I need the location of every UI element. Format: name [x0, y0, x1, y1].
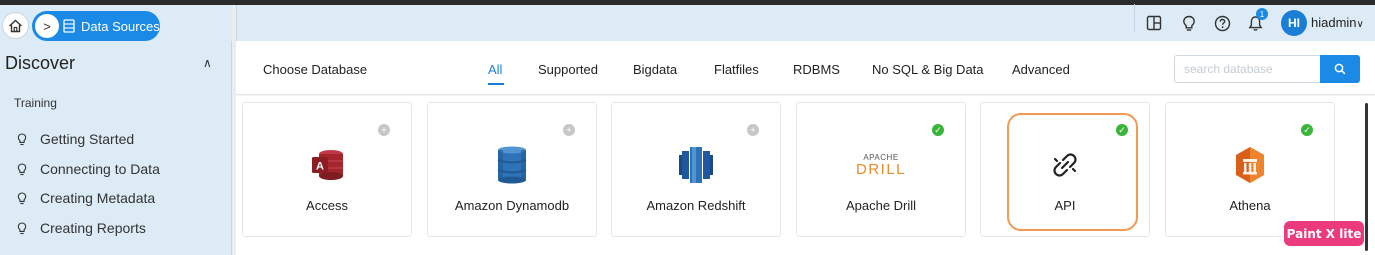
tab-supported[interactable]: Supported — [538, 62, 598, 77]
breadcrumb-current[interactable]: > Data Sources — [32, 11, 160, 41]
database-card-label: Amazon Redshift — [646, 198, 746, 213]
athena-logo-icon — [1166, 145, 1334, 185]
database-card-label: Athena — [1229, 198, 1271, 213]
tab-all[interactable]: All — [488, 62, 502, 77]
notification-badge: 1 — [1256, 8, 1268, 20]
overlay-badge: Paint X lite — [1284, 221, 1364, 246]
header-divider — [1134, 4, 1135, 32]
search-icon — [1334, 63, 1346, 75]
sidebar-item-getting-started[interactable]: Getting Started — [17, 131, 134, 147]
tab-rdbms[interactable]: RDBMS — [793, 62, 840, 77]
main-panel: Choose Database All Supported Bigdata Fl… — [236, 41, 1375, 255]
tab-nosql-bigdata[interactable]: No SQL & Big Data — [872, 62, 984, 77]
help-icon[interactable] — [1213, 14, 1231, 32]
avatar[interactable]: HI — [1281, 10, 1307, 36]
home-icon — [9, 19, 22, 32]
sidebar-section-label: Training — [14, 96, 57, 110]
database-card-athena[interactable]: ✓ Athena — [1165, 102, 1335, 237]
apache-drill-logo-icon: APACHE DRILL — [797, 145, 965, 185]
supported-check-icon: ✓ — [932, 124, 944, 136]
home-button[interactable] — [2, 12, 29, 39]
lightbulb-icon[interactable] — [1180, 14, 1198, 32]
supported-check-icon: ✓ — [1301, 124, 1313, 136]
search-button[interactable] — [1320, 55, 1360, 83]
lightbulb-icon — [17, 162, 27, 175]
sidebar-title: Discover — [5, 53, 76, 73]
breadcrumb: > Data Sources — [0, 5, 232, 41]
database-card-amazon-redshift[interactable]: + Amazon Redshift — [611, 102, 781, 237]
database-card-label: Amazon Dynamodb — [454, 198, 570, 213]
scrollbar[interactable] — [1365, 103, 1368, 251]
tab-advanced[interactable]: Advanced — [1012, 62, 1070, 77]
search-input[interactable] — [1174, 55, 1320, 83]
sidebar-item-label: Connecting to Data — [40, 161, 160, 177]
sidebar-item-creating-metadata[interactable]: Creating Metadata — [17, 190, 155, 206]
active-tab-indicator — [488, 83, 504, 85]
add-icon[interactable]: + — [563, 124, 575, 136]
add-icon[interactable]: + — [747, 124, 759, 136]
user-menu[interactable]: hiadmin∨ — [1311, 15, 1364, 30]
lightbulb-icon — [17, 191, 27, 204]
chevron-down-icon: ∨ — [1356, 19, 1364, 30]
database-filter-bar: Choose Database All Supported Bigdata Fl… — [236, 41, 1375, 95]
breadcrumb-label: Data Sources — [81, 19, 160, 34]
sidebar-item-label: Creating Reports — [40, 220, 146, 236]
access-logo-icon: A — [243, 145, 411, 185]
top-header — [236, 5, 1375, 41]
tab-bigdata[interactable]: Bigdata — [633, 62, 677, 77]
add-icon[interactable]: + — [378, 124, 390, 136]
selection-highlight — [1007, 113, 1138, 231]
redshift-logo-icon — [612, 145, 780, 185]
database-card-label: Access — [306, 198, 348, 213]
database-card-amazon-dynamodb[interactable]: + Amazon Dynamodb — [427, 102, 597, 237]
database-card-apache-drill[interactable]: ✓ APACHE DRILL Apache Drill — [796, 102, 966, 237]
database-card-label: Apache Drill — [845, 198, 917, 213]
username-label: hiadmin — [1311, 15, 1357, 30]
sidebar-item-label: Creating Metadata — [40, 190, 156, 206]
chevron-right-icon: > — [35, 14, 59, 38]
layout-icon[interactable] — [1145, 14, 1163, 32]
sidebar: Discover ∧ Training Getting Started Conn… — [0, 41, 232, 255]
datasource-icon — [63, 19, 75, 33]
apache-drill-logo-bottom: DRILL — [855, 160, 907, 178]
svg-text:A: A — [316, 161, 324, 173]
tab-flatfiles[interactable]: Flatfiles — [714, 62, 759, 77]
sidebar-item-connecting-to-data[interactable]: Connecting to Data — [17, 161, 160, 177]
sidebar-item-label: Getting Started — [40, 131, 135, 147]
sidebar-item-creating-reports[interactable]: Creating Reports — [17, 220, 146, 236]
lightbulb-icon — [17, 132, 27, 145]
database-card-access[interactable]: + A Access — [242, 102, 412, 237]
lightbulb-icon — [17, 221, 27, 234]
page-title: Choose Database — [263, 62, 368, 77]
collapse-chevron-icon[interactable]: ∧ — [203, 56, 212, 70]
dynamodb-logo-icon — [428, 145, 596, 185]
